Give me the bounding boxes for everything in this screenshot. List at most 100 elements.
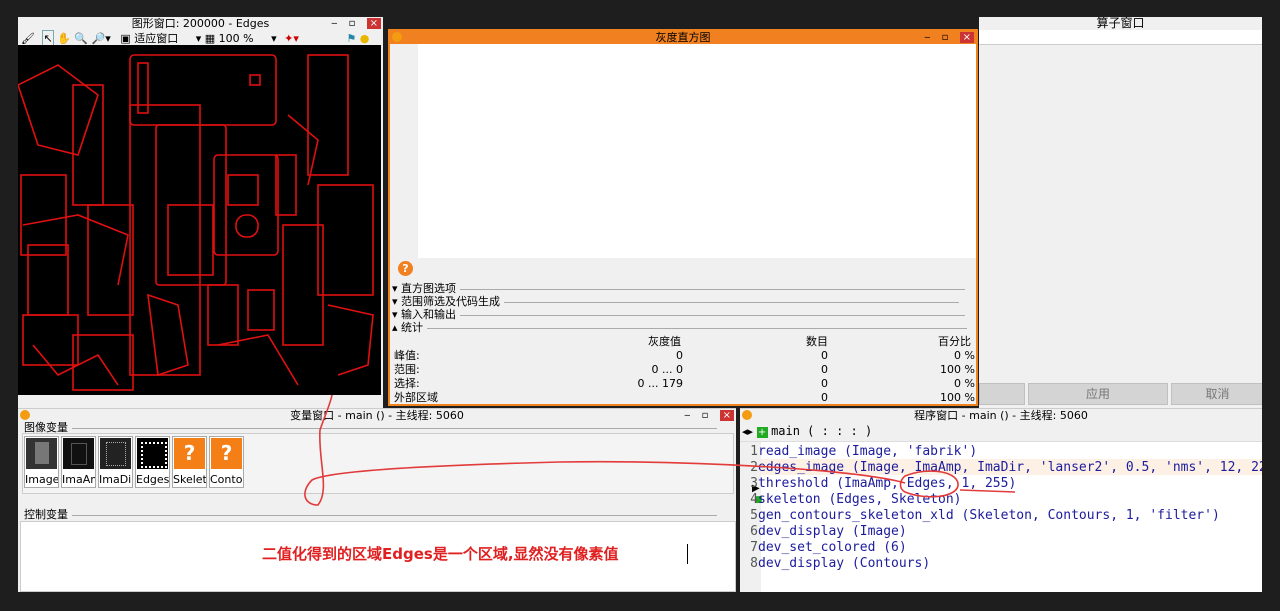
thumb-imadir[interactable]: ImaDir xyxy=(98,436,133,488)
cancel-button[interactable]: 取消 xyxy=(1171,383,1262,405)
code-line[interactable]: 8dev_display (Contours) xyxy=(740,556,1262,572)
close-icon[interactable]: × xyxy=(366,18,381,29)
program-toolbar: ◂▸ + main ( : : : ) xyxy=(740,422,1262,440)
code-line[interactable]: 6dev_display (Image) xyxy=(740,524,1262,540)
bulb-icon[interactable]: ● xyxy=(360,31,370,46)
window-controls[interactable]: ‒ ▫ × xyxy=(684,409,734,422)
expand-icon[interactable]: ▾ xyxy=(392,282,398,295)
variables-window: 变量窗口 - main () - 主线程: 5060 ‒ ▫ × 图像变量 Im… xyxy=(18,408,736,592)
paint-icon[interactable]: 🖌 xyxy=(21,31,35,46)
procedure-signature[interactable]: main ( : : : ) xyxy=(771,424,872,438)
stat-label: 范围: xyxy=(394,363,420,376)
help-icon[interactable]: ? xyxy=(398,261,413,276)
stat-label: 选择: xyxy=(394,377,420,390)
apply-button[interactable]: 应用 xyxy=(1028,383,1168,405)
fit-window-icon[interactable]: ▣ xyxy=(120,31,130,46)
thumb-image[interactable]: Image xyxy=(24,436,59,488)
stat-percent: 0 % xyxy=(954,349,975,362)
edges-image-canvas[interactable] xyxy=(18,45,381,395)
code-line[interactable]: 2edges_image (Image, ImaAmp, ImaDir, 'la… xyxy=(740,460,1262,476)
header-gray: 灰度值 xyxy=(648,335,681,348)
thumb-contours[interactable]: ? Contours xyxy=(209,436,244,488)
histogram-window: 灰度直方图 ‒ ▫ × ? ▾ 直方图选项 ▾ 范围筛选及代码生成 ▾ 输入和输… xyxy=(388,29,978,406)
zoom-level[interactable]: 100 % xyxy=(219,31,254,46)
halcon-logo-icon xyxy=(742,410,752,420)
histogram-titlebar[interactable]: 灰度直方图 ‒ ▫ × xyxy=(390,31,976,44)
section-io[interactable]: ▾ 输入和输出 xyxy=(392,309,973,321)
imadir-thumbnail xyxy=(100,438,131,469)
histogram-plot-area[interactable] xyxy=(418,44,976,258)
chevron-down-icon[interactable]: ▾ xyxy=(271,31,277,46)
section-statistics[interactable]: ▴ 统计 xyxy=(392,322,973,334)
code-line[interactable]: 5gen_contours_skeleton_xld (Skeleton, Co… xyxy=(740,508,1262,524)
stat-count: 0 xyxy=(821,349,828,362)
text-cursor xyxy=(687,544,688,564)
stat-gray: 0 ... 179 xyxy=(637,377,683,390)
header-percent: 百分比 xyxy=(938,335,971,348)
zoom-level-icon: ▦ xyxy=(204,32,216,45)
collapse-icon[interactable]: ▴ xyxy=(392,321,398,334)
stat-label: 峰值: xyxy=(394,349,420,362)
stat-percent: 0 % xyxy=(954,377,975,390)
flag-icon[interactable]: ⚑ xyxy=(346,31,356,46)
close-icon[interactable]: × xyxy=(719,410,734,421)
stat-count: 0 xyxy=(821,363,828,376)
variables-title: 变量窗口 - main () - 主线程: 5060 xyxy=(290,409,464,422)
program-title: 程序窗口 - main () - 主线程: 5060 xyxy=(914,409,1088,422)
close-icon[interactable]: × xyxy=(959,32,974,43)
section-histogram-options[interactable]: ▾ 直方图选项 xyxy=(392,283,973,295)
operator-titlebar[interactable]: 算子窗口 xyxy=(979,17,1262,30)
stat-gray: 0 xyxy=(676,349,683,362)
graphics-titlebar[interactable]: 图形窗口: 200000 - Edges ‒ ▫ × xyxy=(18,17,383,30)
stat-label: 外部区域 xyxy=(394,391,438,404)
extra-button[interactable] xyxy=(979,383,1025,405)
magnify-icon[interactable]: 🔎▾ xyxy=(92,31,111,46)
stat-percent: 100 % xyxy=(940,391,975,404)
histogram-title: 灰度直方图 xyxy=(655,31,711,44)
expand-icon[interactable]: ▾ xyxy=(392,295,398,308)
question-icon: ? xyxy=(174,438,205,469)
halcon-logo-icon xyxy=(20,410,30,420)
chevron-down-icon[interactable]: ▾ xyxy=(196,31,202,46)
question-icon: ? xyxy=(211,438,242,469)
graphics-title: 图形窗口: 200000 - Edges xyxy=(131,17,270,30)
code-editor[interactable]: ▶ ■ 1read_image (Image, 'fabrik') 2edges… xyxy=(740,441,1262,592)
code-line[interactable]: 4skeleton (Edges, Skeleton) xyxy=(740,492,1262,508)
code-line[interactable]: 7dev_set_colored (6) xyxy=(740,540,1262,556)
stat-count: 0 xyxy=(821,391,828,404)
edges-thumbnail xyxy=(137,438,168,469)
edge-contours xyxy=(18,54,374,391)
color-tool-icon[interactable]: ✦▾ xyxy=(284,31,299,46)
stat-percent: 100 % xyxy=(940,363,975,376)
section-range-filter[interactable]: ▾ 范围筛选及代码生成 xyxy=(392,296,973,308)
forward-icon[interactable]: ▸ xyxy=(748,425,754,438)
window-controls[interactable]: ‒ ▫ × xyxy=(331,17,381,30)
stat-gray: 0 ... 0 xyxy=(651,363,683,376)
operator-window: 算子窗口 应用 取消 xyxy=(979,17,1262,408)
thumb-skeleton[interactable]: ? Skeleton xyxy=(172,436,207,488)
zoom-icon[interactable]: 🔍 xyxy=(74,31,88,46)
program-window: 程序窗口 - main () - 主线程: 5060 ◂▸ + main ( :… xyxy=(740,408,1262,592)
expand-icon[interactable]: ▾ xyxy=(392,308,398,321)
procedure-icon[interactable]: + xyxy=(756,426,768,438)
stat-count: 0 xyxy=(821,377,828,390)
code-line[interactable]: 3threshold (ImaAmp, Edges, 1, 255) xyxy=(740,476,1262,492)
program-titlebar[interactable]: 程序窗口 - main () - 主线程: 5060 xyxy=(740,408,1262,422)
code-line[interactable]: 1read_image (Image, 'fabrik') xyxy=(740,444,1262,460)
header-count: 数目 xyxy=(806,335,828,348)
variables-titlebar[interactable]: 变量窗口 - main () - 主线程: 5060 ‒ ▫ × xyxy=(18,408,736,422)
imaamp-thumbnail xyxy=(63,438,94,469)
thumb-imaamp[interactable]: ImaAmp xyxy=(61,436,96,488)
fit-window-button[interactable]: 适应窗口 xyxy=(134,31,178,46)
operator-title: 算子窗口 xyxy=(1096,17,1145,30)
window-controls[interactable]: ‒ ▫ × xyxy=(924,31,974,44)
image-thumbnail xyxy=(26,438,57,469)
thumb-edges[interactable]: Edges xyxy=(135,436,170,488)
graphics-window: 图形窗口: 200000 - Edges ‒ ▫ × 🖌 ↖ ✋ 🔍 🔎▾ ▣ … xyxy=(18,17,383,408)
control-variables-header: 控制变量 xyxy=(24,509,732,521)
hand-icon[interactable]: ✋ xyxy=(57,31,71,46)
graphics-toolbar: 🖌 ↖ ✋ 🔍 🔎▾ ▣ 适应窗口 ▾ ▦ 100 % ▾ ✦▾ ⚑ ● xyxy=(18,30,383,47)
operator-input[interactable] xyxy=(979,30,1262,45)
annotation-text: 二值化得到的区域Edges是一个区域,显然没有像素值 xyxy=(262,545,619,563)
halcon-logo-icon xyxy=(392,32,402,42)
